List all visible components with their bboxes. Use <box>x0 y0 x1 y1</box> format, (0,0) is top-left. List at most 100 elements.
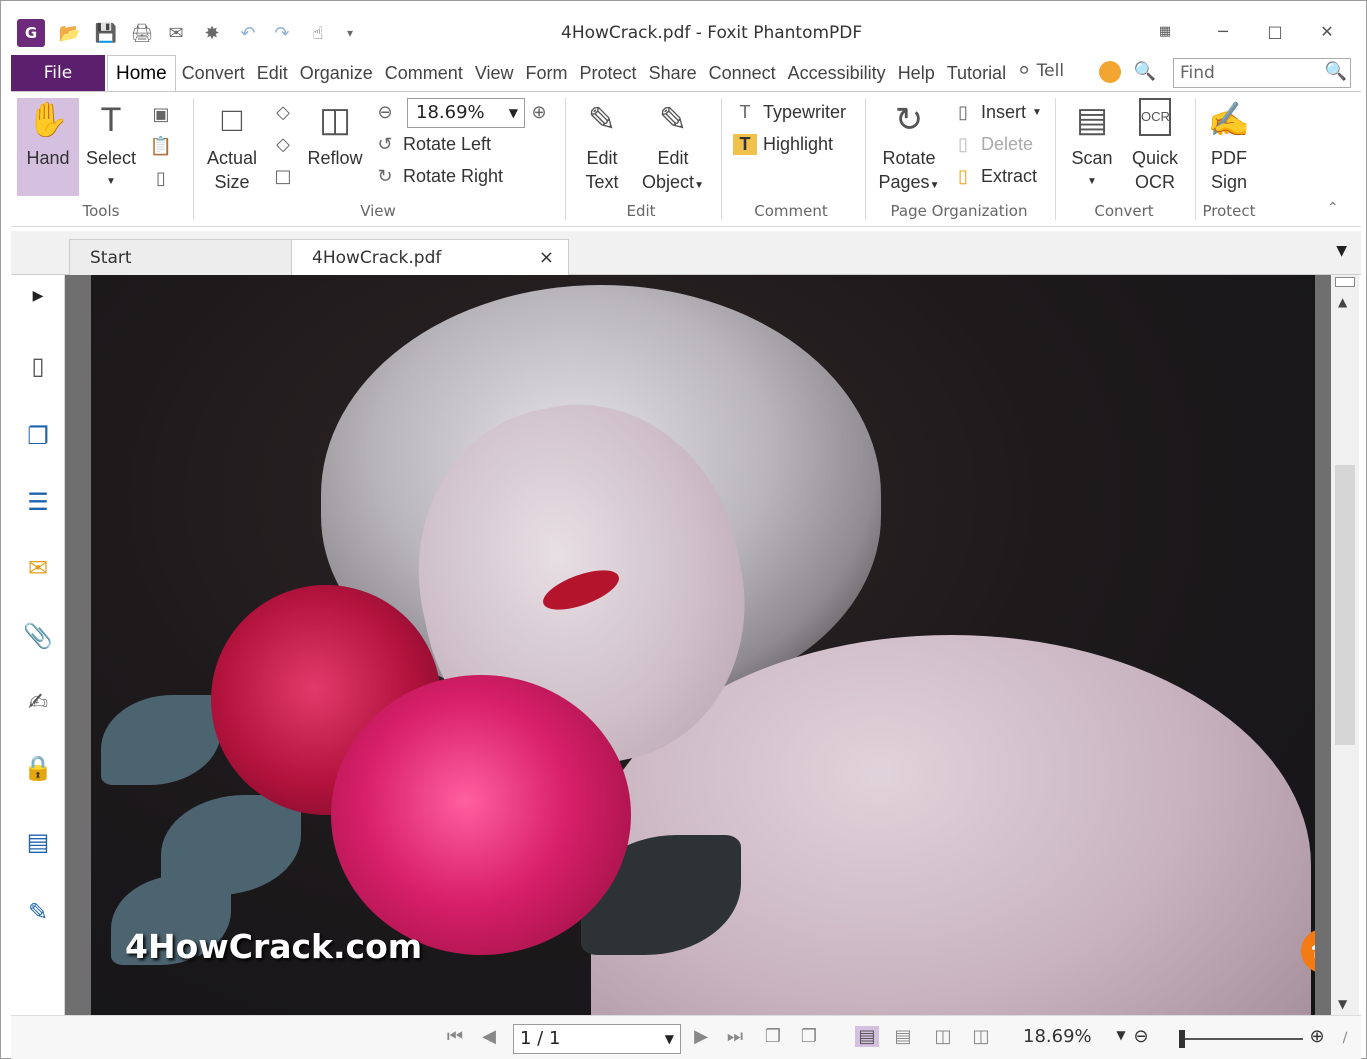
close-icon[interactable]: ✕ <box>1307 17 1347 47</box>
next-view-icon[interactable]: ❐ <box>797 1026 821 1047</box>
zoom-in-icon[interactable]: ⊕ <box>527 102 551 123</box>
scroll-thumb[interactable] <box>1335 465 1355 745</box>
tab-protect[interactable]: Protect <box>574 55 643 91</box>
tab-edit[interactable]: Edit <box>251 55 294 91</box>
first-page-icon[interactable]: ⏮ <box>443 1026 467 1047</box>
pen-sign-icon: ✍ <box>1207 101 1251 139</box>
find-options-icon[interactable]: 🔍 <box>1133 61 1157 82</box>
security-lock-icon[interactable]: 🔒 <box>21 751 55 785</box>
zoom-slider-thumb[interactable] <box>1179 1030 1185 1048</box>
scroll-up-icon[interactable]: ▲ <box>1338 295 1347 309</box>
fit-page-icon[interactable]: ◇ <box>271 102 295 123</box>
actual-size-button[interactable]: □ Actual Size <box>203 98 261 194</box>
tab-document[interactable]: 4HowCrack.pdf × <box>291 239 569 275</box>
scroll-down-icon[interactable]: ▼ <box>1338 997 1347 1011</box>
resize-grip-icon[interactable]: ∕ <box>1333 1030 1357 1046</box>
rotate-left-button[interactable]: ↺ Rotate Left <box>373 134 491 155</box>
tab-share[interactable]: Share <box>643 55 703 91</box>
tab-view[interactable]: View <box>469 55 520 91</box>
undo-icon[interactable]: ↶ <box>235 19 261 47</box>
zoom-slider-track[interactable] <box>1179 1038 1303 1040</box>
sign-label: Sign <box>1210 172 1248 192</box>
delete-button[interactable]: ▯ Delete <box>951 134 1033 155</box>
minimize-icon[interactable]: ─ <box>1203 17 1243 47</box>
maximize-icon[interactable]: □ <box>1255 17 1295 47</box>
print-icon[interactable]: 🖨 <box>129 19 155 47</box>
insert-button[interactable]: ▯ Insert ▼ <box>951 102 1042 123</box>
page-thumbnails-icon[interactable]: ▯ <box>21 349 55 383</box>
chevron-down-icon: ▼ <box>1087 176 1097 187</box>
typewriter-button[interactable]: T Typewriter <box>733 102 847 123</box>
layers-icon[interactable]: ☰ <box>21 485 55 519</box>
pages-icon[interactable]: ❐ <box>21 419 55 453</box>
previous-view-icon[interactable]: ❐ <box>761 1026 785 1047</box>
comments-icon[interactable]: ✉ <box>21 551 55 585</box>
email-icon[interactable]: ✉ <box>163 19 189 47</box>
open-folder-icon[interactable]: 📂 <box>57 19 83 47</box>
hand-tool-button[interactable]: ✋ Hand <box>17 98 79 196</box>
edit-text-button[interactable]: ✎ Edit Text <box>573 98 631 194</box>
expand-panel-icon[interactable]: ▶ <box>21 279 55 313</box>
fit-width-icon[interactable]: ◇ <box>271 134 295 155</box>
clipboard-icon[interactable]: 📋 <box>149 136 173 157</box>
ideas-icon[interactable] <box>1099 61 1121 83</box>
save-icon[interactable]: 💾 <box>93 19 119 47</box>
select-tool-button[interactable]: T Select ▼ <box>83 98 139 194</box>
extract-button[interactable]: ▯ Extract <box>951 166 1037 187</box>
zoom-in-icon[interactable]: ⊕ <box>1305 1026 1329 1047</box>
signatures-icon[interactable]: ✍ <box>21 685 55 719</box>
hand-pointer-icon[interactable]: ☝ <box>305 19 331 47</box>
split-view-handle[interactable] <box>1335 277 1355 287</box>
form-fields-icon[interactable]: ▤ <box>21 825 55 859</box>
previous-page-icon[interactable]: ◀ <box>477 1026 501 1047</box>
page-icon[interactable]: ▯ <box>149 168 173 189</box>
snapshot-icon[interactable]: ▣ <box>149 104 173 125</box>
zoom-out-icon[interactable]: ⊖ <box>373 102 397 123</box>
page-number-input[interactable]: 1 / 1 ▼ <box>513 1024 681 1054</box>
customize-dropdown-icon[interactable]: ▾ <box>337 19 363 47</box>
file-menu-button[interactable]: File <box>11 55 105 91</box>
document-view[interactable]: 4HowCrack.com ☎ <box>65 275 1331 1015</box>
fit-visible-icon[interactable]: □ <box>271 166 295 187</box>
continuous-icon[interactable]: ▤ <box>891 1026 915 1047</box>
reflow-button[interactable]: ◫ Reflow <box>303 98 367 170</box>
highlight-button[interactable]: T Highlight <box>733 134 833 155</box>
last-page-icon[interactable]: ⏭ <box>723 1026 747 1047</box>
tab-connect[interactable]: Connect <box>703 55 782 91</box>
tab-home[interactable]: Home <box>107 55 176 91</box>
redo-icon[interactable]: ↷ <box>269 19 295 47</box>
tab-start[interactable]: Start <box>69 239 293 275</box>
tab-tutorial[interactable]: Tutorial <box>941 55 1012 91</box>
tab-accessibility[interactable]: Accessibility <box>782 55 892 91</box>
quick-ocr-button[interactable]: OCR Quick OCR <box>1125 98 1185 194</box>
rotate-left-label: Rotate Left <box>403 134 492 154</box>
pdf-sign-button[interactable]: ✍ PDF Sign <box>1201 98 1257 194</box>
tab-organize[interactable]: Organize <box>294 55 379 91</box>
restore-grid-icon[interactable]: ▦ <box>1145 17 1185 47</box>
tab-comment[interactable]: Comment <box>379 55 469 91</box>
attachments-icon[interactable]: 📎 <box>21 619 55 653</box>
close-tab-icon[interactable]: × <box>539 240 554 276</box>
scan-button[interactable]: ▤ Scan ▼ <box>1063 98 1121 194</box>
search-icon[interactable]: 🔍 <box>1321 58 1351 88</box>
vertical-scrollbar[interactable]: ▲ ▼ <box>1331 275 1359 1015</box>
tabs-dropdown-icon[interactable]: ▼ <box>1336 243 1347 259</box>
tell-me-button[interactable]: ⚪ Tell <box>1017 61 1064 81</box>
tab-help[interactable]: Help <box>892 55 941 91</box>
new-icon[interactable]: ✸ <box>199 19 225 47</box>
tab-convert[interactable]: Convert <box>176 55 251 91</box>
single-page-icon[interactable]: ▤ <box>855 1026 879 1047</box>
facing-icon[interactable]: ◫ <box>931 1026 955 1047</box>
chevron-down-icon: ▼ <box>106 176 116 187</box>
rotate-pages-button[interactable]: ↻ Rotate Pages▼ <box>873 98 945 198</box>
rotate-right-button[interactable]: ↻ Rotate Right <box>373 166 503 187</box>
tab-form[interactable]: Form <box>520 55 574 91</box>
edit-text-label-2: Text <box>585 172 619 192</box>
zoom-out-icon[interactable]: ⊖ <box>1129 1026 1153 1047</box>
next-page-icon[interactable]: ▶ <box>689 1026 713 1047</box>
collapse-ribbon-icon[interactable]: ⌃ <box>1327 200 1339 216</box>
zoom-select[interactable]: 18.69% ▼ <box>407 98 525 128</box>
edit-object-button[interactable]: ✎ Edit Object▼ <box>637 98 709 198</box>
continuous-facing-icon[interactable]: ◫ <box>969 1026 993 1047</box>
certificate-icon[interactable]: ✎ <box>21 895 55 929</box>
